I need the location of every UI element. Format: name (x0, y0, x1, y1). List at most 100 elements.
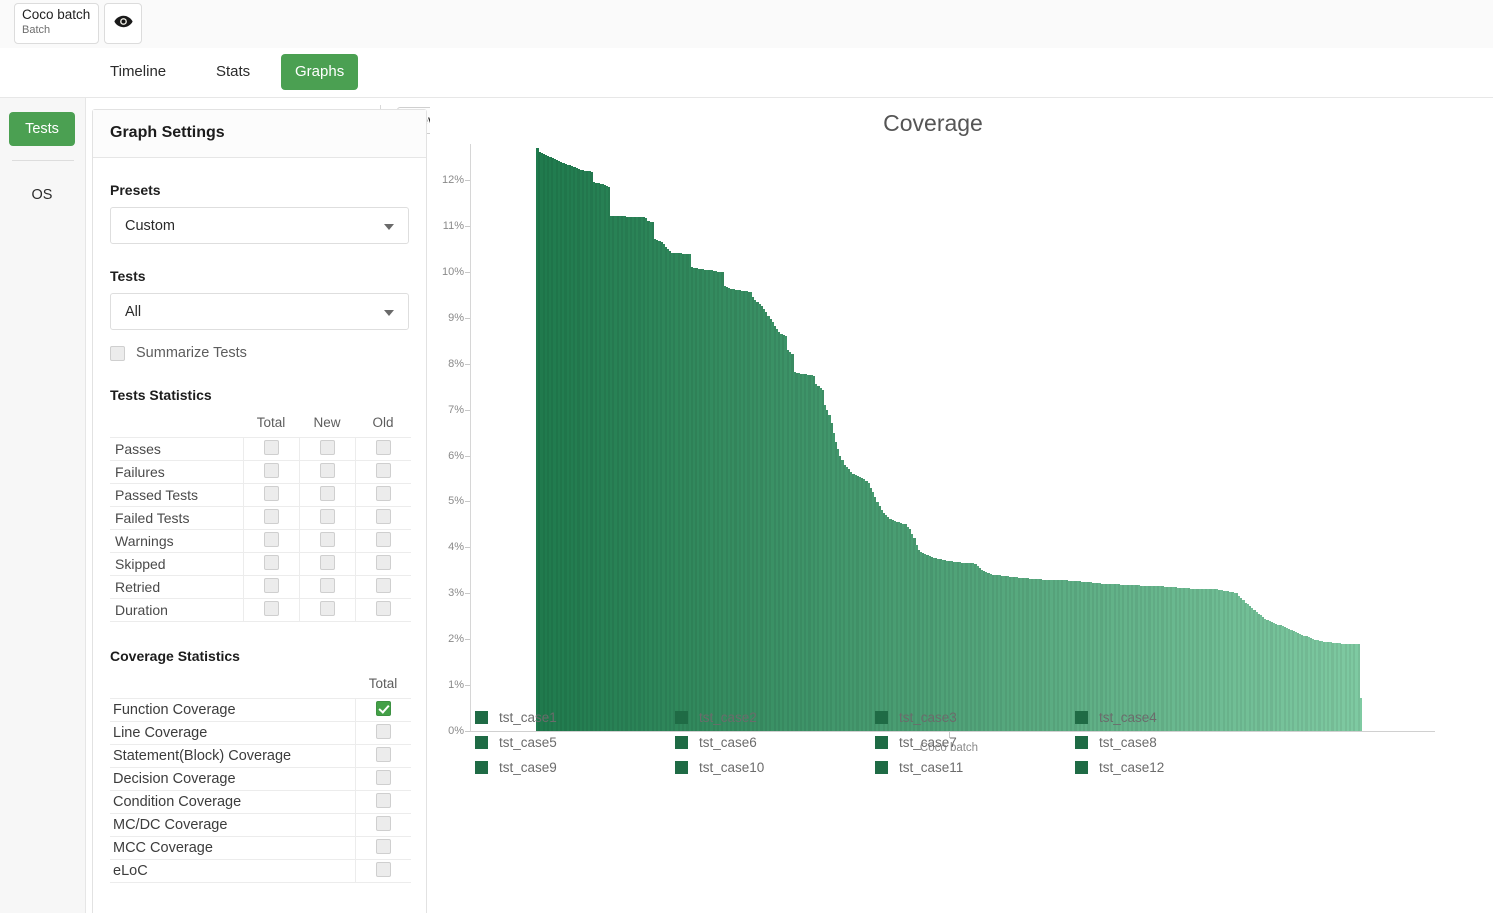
legend-item[interactable]: tst_case9 (475, 760, 557, 775)
y-tick-label: 2% (424, 633, 464, 645)
legend-swatch (875, 736, 888, 749)
x-axis-line (470, 731, 1435, 732)
tests-stat-checkbox-6-2[interactable] (376, 578, 391, 593)
tests-stat-checkbox-4-2[interactable] (376, 532, 391, 547)
coverage-stat-row-label: Decision Coverage (110, 768, 355, 791)
y-tick-label: 3% (424, 587, 464, 599)
table-row: Passes (110, 438, 411, 461)
legend-item[interactable]: tst_case11 (875, 760, 963, 775)
tests-select[interactable]: All (110, 293, 409, 330)
tests-stat-checkbox-7-0[interactable] (264, 601, 279, 616)
legend-label: tst_case11 (899, 760, 963, 775)
bar-group[interactable] (536, 148, 1362, 731)
panel-body: Presets Custom Tests All Summarize Tests… (93, 182, 426, 883)
legend-label: tst_case2 (699, 710, 757, 725)
tests-label: Tests (110, 268, 409, 284)
coverage-stat-row-label: MCC Coverage (110, 837, 355, 860)
coverage-bar-chart[interactable]: 0%1%2%3%4%5%6%7%8%9%10%11%12%Coco batch (430, 138, 1493, 738)
legend-item[interactable]: tst_case3 (875, 710, 957, 725)
tests-stat-checkbox-0-1[interactable] (320, 440, 335, 455)
tests-stat-checkbox-3-1[interactable] (320, 509, 335, 524)
legend-swatch (1075, 761, 1088, 774)
coverage-stat-checkbox-4-0[interactable] (376, 793, 391, 808)
legend-item[interactable]: tst_case6 (675, 735, 757, 750)
tests-stat-checkbox-4-0[interactable] (264, 532, 279, 547)
y-tick-mark (465, 364, 470, 365)
y-tick-mark (465, 272, 470, 273)
tests-stat-checkbox-3-0[interactable] (264, 509, 279, 524)
y-tick-label: 10% (424, 266, 464, 278)
legend-item[interactable]: tst_case7 (875, 735, 957, 750)
coverage-stat-row-label: eLoC (110, 860, 355, 883)
coverage-stat-row-label: Function Coverage (110, 699, 355, 722)
y-tick-mark (465, 547, 470, 548)
tests-stat-checkbox-0-2[interactable] (376, 440, 391, 455)
tests-stat-row-label: Passes (110, 438, 243, 461)
tests-stat-row-label: Skipped (110, 553, 243, 576)
batch-chip[interactable]: Coco batch Batch (14, 3, 99, 44)
coverage-stat-checkbox-7-0[interactable] (376, 862, 391, 877)
legend-item[interactable]: tst_case2 (675, 710, 757, 725)
coverage-stat-checkbox-6-0[interactable] (376, 839, 391, 854)
tests-stat-checkbox-1-0[interactable] (264, 463, 279, 478)
legend-label: tst_case10 (699, 760, 764, 775)
y-tick-mark (465, 410, 470, 411)
coverage-stat-row-label: Condition Coverage (110, 791, 355, 814)
rail-item-tests[interactable]: Tests (9, 112, 75, 146)
y-tick-label: 11% (424, 220, 464, 232)
summarize-tests-checkbox[interactable] (110, 346, 125, 361)
legend-item[interactable]: tst_case12 (1075, 760, 1164, 775)
tests-stat-checkbox-2-2[interactable] (376, 486, 391, 501)
coverage-stat-checkbox-0-0[interactable] (376, 701, 391, 716)
tests-stat-checkbox-0-0[interactable] (264, 440, 279, 455)
eye-icon (114, 15, 133, 33)
tests-stat-checkbox-5-0[interactable] (264, 555, 279, 570)
chart-title: Coverage (430, 110, 1436, 137)
table-row: Duration (110, 599, 411, 622)
legend-label: tst_case9 (499, 760, 557, 775)
tests-stat-checkbox-7-2[interactable] (376, 601, 391, 616)
rail-divider (12, 160, 74, 161)
legend-swatch (875, 761, 888, 774)
preview-toggle-button[interactable] (104, 3, 142, 44)
tests-stat-checkbox-2-1[interactable] (320, 486, 335, 501)
legend-item[interactable]: tst_case5 (475, 735, 557, 750)
y-tick-mark (465, 685, 470, 686)
legend-item[interactable]: tst_case8 (1075, 735, 1157, 750)
tests-stat-checkbox-5-1[interactable] (320, 555, 335, 570)
legend-swatch (475, 761, 488, 774)
legend-item[interactable]: tst_case1 (475, 710, 557, 725)
coverage-stat-checkbox-2-0[interactable] (376, 747, 391, 762)
coverage-stat-checkbox-1-0[interactable] (376, 724, 391, 739)
tests-stat-checkbox-6-1[interactable] (320, 578, 335, 593)
y-tick-label: 12% (424, 174, 464, 186)
tab-stats[interactable]: Stats (202, 54, 264, 90)
chart-area: Coverage 0%1%2%3%4%5%6%7%8%9%10%11%12%Co… (430, 98, 1493, 913)
tests-stat-checkbox-4-1[interactable] (320, 532, 335, 547)
tests-stat-checkbox-7-1[interactable] (320, 601, 335, 616)
tests-stat-checkbox-5-2[interactable] (376, 555, 391, 570)
rail-item-os[interactable]: OS (9, 181, 75, 209)
tests-stat-checkbox-1-1[interactable] (320, 463, 335, 478)
tab-timeline[interactable]: Timeline (96, 54, 180, 90)
tests-stat-checkbox-6-0[interactable] (264, 578, 279, 593)
legend-swatch (1075, 711, 1088, 724)
presets-select[interactable]: Custom (110, 207, 409, 244)
table-row: Failed Tests (110, 507, 411, 530)
coverage-stat-row-label: Line Coverage (110, 722, 355, 745)
app-root: Coco batch Batch Timeline Stats Graphs P… (0, 0, 1493, 913)
coverage-stat-checkbox-5-0[interactable] (376, 816, 391, 831)
legend-item[interactable]: tst_case10 (675, 760, 764, 775)
legend-label: tst_case4 (1099, 710, 1157, 725)
legend-swatch (475, 736, 488, 749)
stat-col-blank (110, 415, 243, 438)
tests-stat-checkbox-2-0[interactable] (264, 486, 279, 501)
tests-stat-checkbox-3-2[interactable] (376, 509, 391, 524)
coverage-stat-checkbox-3-0[interactable] (376, 770, 391, 785)
tests-stat-checkbox-1-2[interactable] (376, 463, 391, 478)
legend-label: tst_case12 (1099, 760, 1164, 775)
legend-item[interactable]: tst_case4 (1075, 710, 1157, 725)
tab-graphs[interactable]: Graphs (281, 54, 358, 90)
legend-label: tst_case6 (699, 735, 757, 750)
table-row: eLoC (110, 860, 411, 883)
